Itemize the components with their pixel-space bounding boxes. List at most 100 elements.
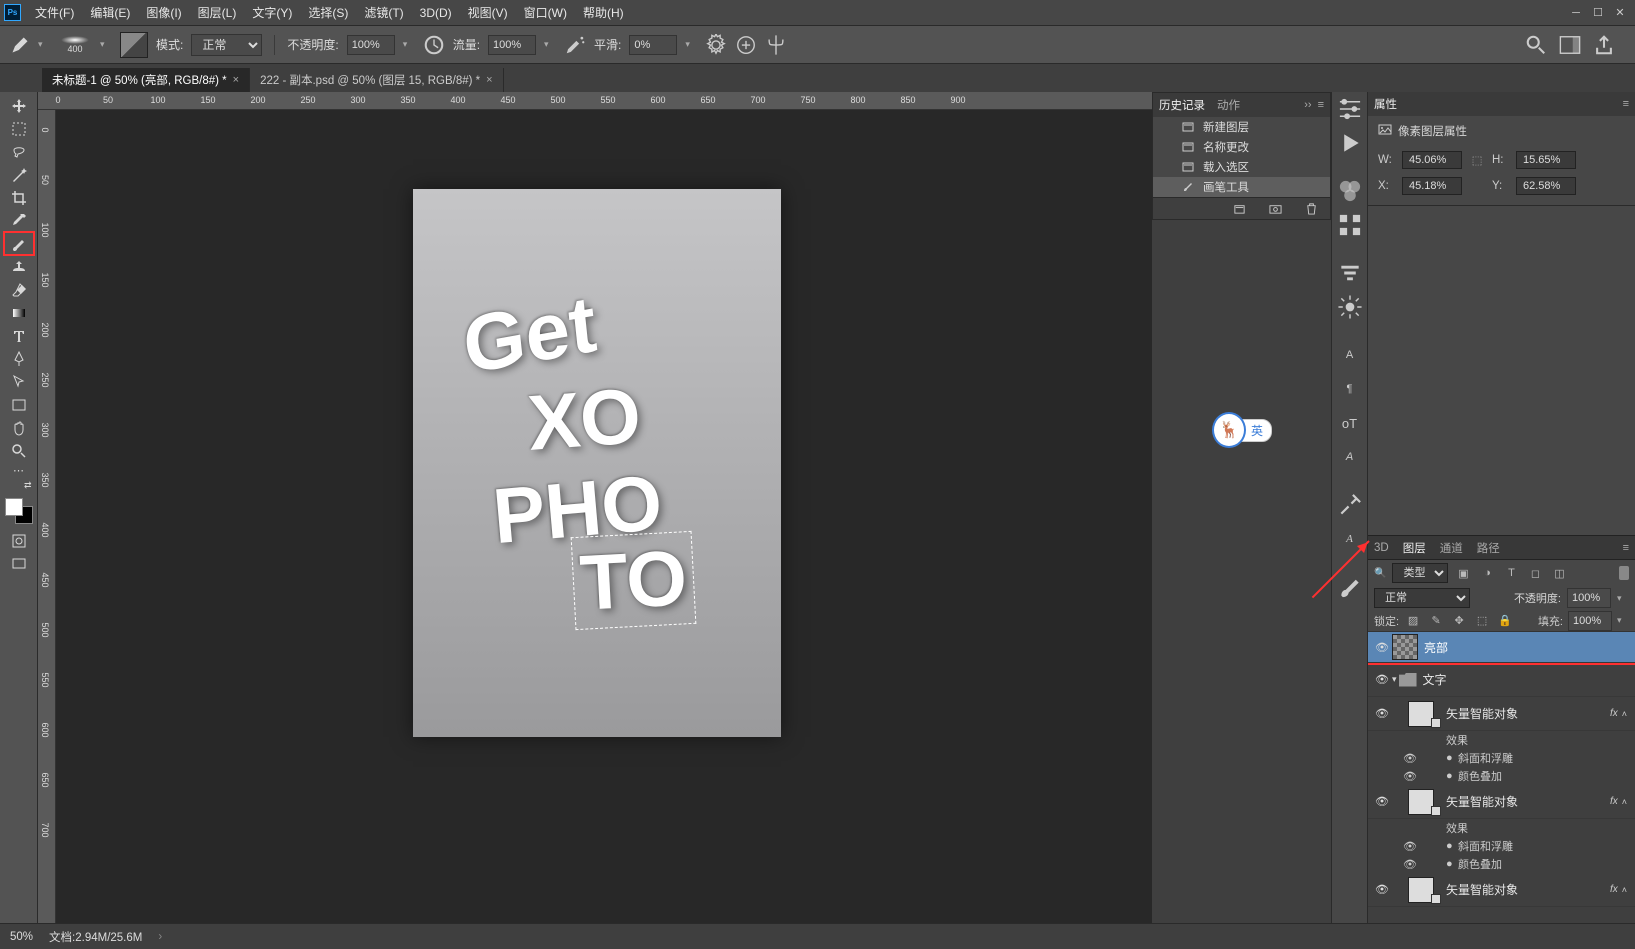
layer-effect-row[interactable]: 👁●斜面和浮雕: [1368, 749, 1635, 767]
chevron-up-icon[interactable]: ˄: [1622, 797, 1627, 807]
lock-transparency-icon[interactable]: ▨: [1404, 612, 1422, 630]
filter-shape-icon[interactable]: ◻: [1526, 564, 1544, 582]
zoom-level[interactable]: 50%: [10, 931, 33, 943]
chevron-up-icon[interactable]: ˄: [1622, 885, 1627, 895]
rectangle-tool[interactable]: [4, 393, 34, 416]
paragraph-icon[interactable]: ¶: [1337, 376, 1363, 402]
visibility-icon[interactable]: 👁: [1372, 707, 1392, 720]
layer-blend-select[interactable]: 正常: [1374, 588, 1470, 608]
x-input[interactable]: [1402, 177, 1462, 195]
camera-icon[interactable]: [1264, 198, 1286, 220]
sun-icon[interactable]: [1337, 294, 1363, 320]
horizontal-ruler[interactable]: 0501001502002503003504004505005506006507…: [38, 92, 1152, 110]
lock-artboard-icon[interactable]: ⬚: [1473, 612, 1491, 630]
chevron-down-icon[interactable]: ▾: [1617, 615, 1629, 626]
zoom-tool[interactable]: [4, 439, 34, 462]
visibility-icon[interactable]: 👁: [1400, 840, 1420, 853]
minimize-button[interactable]: ─: [1565, 3, 1587, 23]
type-tool[interactable]: [4, 324, 34, 347]
tab-paths[interactable]: 路径: [1477, 540, 1500, 556]
tab-3d[interactable]: 3D: [1374, 542, 1389, 554]
magic-wand-tool[interactable]: [4, 163, 34, 186]
play-icon[interactable]: [1337, 130, 1363, 156]
grid-icon[interactable]: [1337, 212, 1363, 238]
workspace-icon[interactable]: [1559, 34, 1581, 56]
clone-stamp-tool[interactable]: [4, 255, 34, 278]
swap-colors-icon[interactable]: ⇄: [4, 478, 34, 492]
trash-icon[interactable]: [1300, 198, 1322, 220]
menu-edit[interactable]: 编辑(E): [82, 0, 138, 26]
link-icon[interactable]: ⬚: [1468, 153, 1486, 167]
document-canvas[interactable]: Get XO PHO TO: [413, 189, 781, 737]
search-icon[interactable]: [1525, 34, 1547, 56]
layer-opacity-input[interactable]: [1567, 588, 1611, 608]
menu-type[interactable]: 文字(Y): [244, 0, 300, 26]
hand-tool[interactable]: [4, 416, 34, 439]
history-item[interactable]: 名称更改: [1153, 137, 1330, 157]
new-snapshot-icon[interactable]: [1228, 198, 1250, 220]
opacity-input[interactable]: [347, 35, 395, 55]
menu-file[interactable]: 文件(F): [27, 0, 82, 26]
layer-effect-row[interactable]: 👁●颜色叠加: [1368, 855, 1635, 873]
brush-panel-toggle[interactable]: [120, 32, 148, 58]
menu-3d[interactable]: 3D(D): [412, 0, 460, 26]
fx-badge[interactable]: fx: [1610, 884, 1618, 895]
filter-smart-icon[interactable]: ◫: [1550, 564, 1568, 582]
tab-properties[interactable]: 属性: [1374, 96, 1397, 112]
layer-row[interactable]: 👁矢量智能对象fx˄: [1368, 873, 1635, 907]
chevron-down-icon[interactable]: ▾: [1392, 674, 1397, 685]
fill-input[interactable]: [1568, 611, 1612, 631]
history-item[interactable]: 载入选区: [1153, 157, 1330, 177]
width-input[interactable]: [1402, 151, 1462, 169]
visibility-icon[interactable]: 👁: [1400, 770, 1420, 783]
canvas-area[interactable]: Get XO PHO TO: [56, 110, 1152, 923]
tab-history[interactable]: 历史记录: [1159, 97, 1205, 113]
filter-adjust-icon[interactable]: ◑: [1478, 564, 1496, 582]
close-icon[interactable]: ×: [233, 74, 239, 86]
lock-paint-icon[interactable]: ✎: [1427, 612, 1445, 630]
visibility-icon[interactable]: 👁: [1372, 641, 1392, 654]
chevron-down-icon[interactable]: ▾: [403, 39, 415, 50]
move-tool[interactable]: [4, 94, 34, 117]
menu-filter[interactable]: 滤镜(T): [356, 0, 411, 26]
document-size[interactable]: 文档:2.94M/25.6M: [49, 929, 142, 945]
tab-channels[interactable]: 通道: [1440, 540, 1463, 556]
layer-name[interactable]: 亮部: [1424, 639, 1631, 656]
share-icon[interactable]: [1593, 34, 1615, 56]
panel-menu-icon[interactable]: ≡: [1623, 98, 1629, 110]
smooth-input[interactable]: [629, 35, 677, 55]
menu-window[interactable]: 窗口(W): [516, 0, 575, 26]
character-icon[interactable]: A: [1337, 342, 1363, 368]
layer-name[interactable]: 矢量智能对象: [1446, 705, 1610, 722]
airbrush-icon[interactable]: [564, 34, 586, 56]
document-tab-1[interactable]: 未标题-1 @ 50% (亮部, RGB/8#) * ×: [42, 68, 250, 92]
close-button[interactable]: ✕: [1609, 3, 1631, 23]
marquee-tool[interactable]: [4, 117, 34, 140]
fx-badge[interactable]: fx: [1610, 796, 1618, 807]
visibility-icon[interactable]: 👁: [1372, 795, 1392, 808]
lock-position-icon[interactable]: ✥: [1450, 612, 1468, 630]
color-swatches[interactable]: [5, 498, 33, 524]
brush-tool[interactable]: [4, 232, 34, 255]
maximize-button[interactable]: ☐: [1587, 3, 1609, 23]
menu-help[interactable]: 帮助(H): [575, 0, 632, 26]
symmetry-icon[interactable]: [765, 34, 787, 56]
pressure-opacity-icon[interactable]: [423, 34, 445, 56]
layer-effect-row[interactable]: 效果: [1368, 731, 1635, 749]
eraser-tool[interactable]: [4, 278, 34, 301]
y-input[interactable]: [1516, 177, 1576, 195]
lasso-tool[interactable]: [4, 140, 34, 163]
layer-effect-row[interactable]: 👁●斜面和浮雕: [1368, 837, 1635, 855]
flow-input[interactable]: [488, 35, 536, 55]
history-item[interactable]: 新建图层: [1153, 117, 1330, 137]
foreground-color[interactable]: [5, 498, 23, 516]
tools-icon[interactable]: [1337, 492, 1363, 518]
collapse-icon[interactable]: ››: [1304, 99, 1311, 111]
lock-all-icon[interactable]: 🔒: [1496, 612, 1514, 630]
quick-mask-icon[interactable]: [8, 530, 30, 552]
visibility-icon[interactable]: 👁: [1400, 752, 1420, 765]
menu-select[interactable]: 选择(S): [300, 0, 356, 26]
menu-image[interactable]: 图像(I): [138, 0, 189, 26]
gradient-tool[interactable]: [4, 301, 34, 324]
document-tab-2[interactable]: 222 - 副本.psd @ 50% (图层 15, RGB/8#) * ×: [250, 68, 503, 92]
